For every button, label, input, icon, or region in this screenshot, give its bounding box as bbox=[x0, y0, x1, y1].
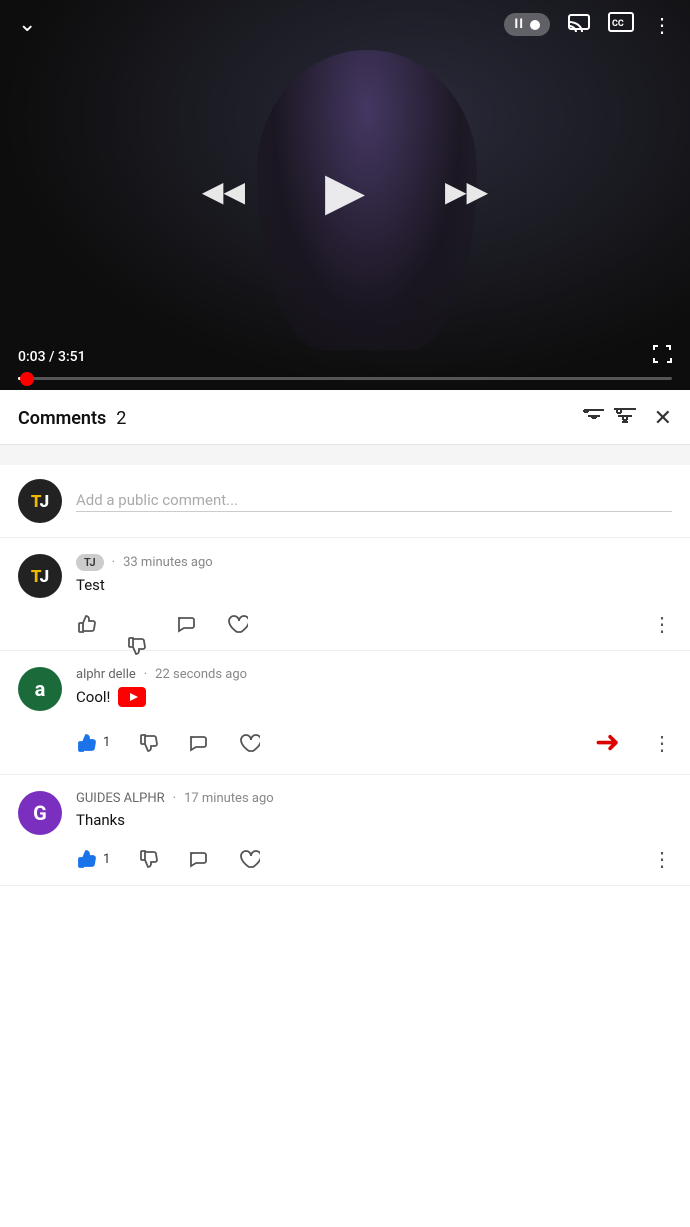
comment-text: Cool! bbox=[76, 687, 672, 707]
comment-time: 33 minutes ago bbox=[123, 555, 213, 570]
comment-meta: GUIDES ALPHR · 17 minutes ago bbox=[76, 791, 672, 806]
play-button[interactable]: ▶ bbox=[325, 161, 365, 222]
comment-separator: · bbox=[112, 555, 115, 570]
comment-more-button[interactable]: ⋮ bbox=[652, 612, 672, 636]
video-bottom-bar: 0:03 / 3:51 bbox=[0, 338, 690, 390]
comment-badge: TJ bbox=[76, 554, 104, 571]
sort-bar bbox=[0, 445, 690, 465]
comment-item: G GUIDES ALPHR · 17 minutes ago Thanks 1… bbox=[0, 775, 690, 886]
heart-button[interactable] bbox=[238, 848, 260, 870]
reply-button[interactable] bbox=[188, 732, 210, 754]
comment-author: alphr delle bbox=[76, 667, 136, 682]
comment-time: 22 seconds ago bbox=[155, 667, 247, 682]
comment-text: Thanks bbox=[76, 811, 672, 829]
comment-text: Test bbox=[76, 576, 672, 594]
comment-actions: 1 ➜ ⋮ bbox=[76, 717, 672, 774]
progress-bar[interactable] bbox=[18, 377, 672, 380]
avatar: TJ bbox=[18, 554, 62, 598]
heart-button[interactable] bbox=[226, 613, 248, 635]
comment-time: 17 minutes ago bbox=[184, 791, 274, 806]
comment-meta: alphr delle · 22 seconds ago bbox=[76, 667, 672, 682]
chevron-down-icon[interactable]: ⌄ bbox=[18, 12, 36, 37]
like-button[interactable]: 1 bbox=[76, 732, 110, 754]
cast-icon[interactable] bbox=[568, 13, 590, 37]
comments-actions: ✕ bbox=[582, 404, 672, 432]
comments-title-group: Comments 2 bbox=[18, 408, 126, 429]
avatar: a bbox=[18, 667, 62, 711]
like-button[interactable]: 1 bbox=[76, 848, 110, 870]
like-count: 1 bbox=[103, 852, 110, 867]
comments-header: Comments 2 ✕ bbox=[0, 390, 690, 445]
cc-icon[interactable]: CC bbox=[608, 12, 634, 37]
comments-count: 2 bbox=[116, 408, 126, 429]
comment-item: TJ TJ · 33 minutes ago Test ⋮ bbox=[0, 538, 690, 651]
comment-body: alphr delle · 22 seconds ago Cool! 1 bbox=[76, 667, 672, 774]
svg-text:CC: CC bbox=[612, 19, 624, 29]
dislike-button[interactable] bbox=[138, 848, 160, 870]
more-options-icon[interactable]: ⋮ bbox=[652, 13, 672, 37]
red-arrow-indicator: ➜ bbox=[595, 725, 620, 760]
add-comment-row: TJ Add a public comment... bbox=[0, 465, 690, 538]
prev-button[interactable]: ◀◀ bbox=[202, 175, 245, 208]
fullscreen-icon[interactable] bbox=[652, 344, 672, 369]
reply-button[interactable] bbox=[188, 848, 210, 870]
comment-body: GUIDES ALPHR · 17 minutes ago Thanks 1 ⋮ bbox=[76, 791, 672, 885]
video-time: 0:03 / 3:51 bbox=[18, 349, 86, 365]
video-top-bar: ⌄ II CC ⋮ bbox=[0, 0, 690, 45]
video-player: ⌄ II CC ⋮ ◀◀ ▶ ▶▶ 0:03 / 3:51 bbox=[0, 0, 690, 390]
time-row: 0:03 / 3:51 bbox=[18, 344, 672, 369]
reply-button[interactable] bbox=[176, 613, 198, 635]
comments-title: Comments bbox=[18, 408, 106, 429]
pause-toggle[interactable]: II bbox=[504, 13, 550, 36]
dislike-button[interactable] bbox=[138, 732, 160, 754]
top-right-controls: II CC ⋮ bbox=[504, 12, 672, 37]
next-button[interactable]: ▶▶ bbox=[445, 175, 488, 208]
youtube-icon bbox=[118, 687, 146, 707]
comment-input[interactable]: Add a public comment... bbox=[76, 491, 672, 512]
comment-more-button[interactable]: ⋮ bbox=[652, 731, 672, 755]
avatar-letters: TJ bbox=[31, 491, 49, 512]
dislike-button[interactable] bbox=[126, 613, 148, 635]
avatar: G bbox=[18, 791, 62, 835]
like-button[interactable] bbox=[76, 613, 98, 635]
comment-actions: 1 ⋮ bbox=[76, 839, 672, 885]
comment-author: GUIDES ALPHR bbox=[76, 791, 165, 806]
comment-body: TJ · 33 minutes ago Test ⋮ bbox=[76, 554, 672, 650]
comment-actions: ⋮ bbox=[76, 604, 672, 650]
video-controls-center: ◀◀ ▶ ▶▶ bbox=[0, 45, 690, 338]
progress-dot[interactable] bbox=[20, 372, 34, 386]
comment-item: a alphr delle · 22 seconds ago Cool! 1 bbox=[0, 651, 690, 775]
comment-more-button[interactable]: ⋮ bbox=[652, 847, 672, 871]
like-count: 1 bbox=[103, 735, 110, 750]
close-button[interactable]: ✕ bbox=[654, 406, 672, 431]
heart-button[interactable] bbox=[238, 732, 260, 754]
comment-meta: TJ · 33 minutes ago bbox=[76, 554, 672, 571]
user-avatar: TJ bbox=[18, 479, 62, 523]
filter-icon[interactable] bbox=[582, 404, 637, 432]
